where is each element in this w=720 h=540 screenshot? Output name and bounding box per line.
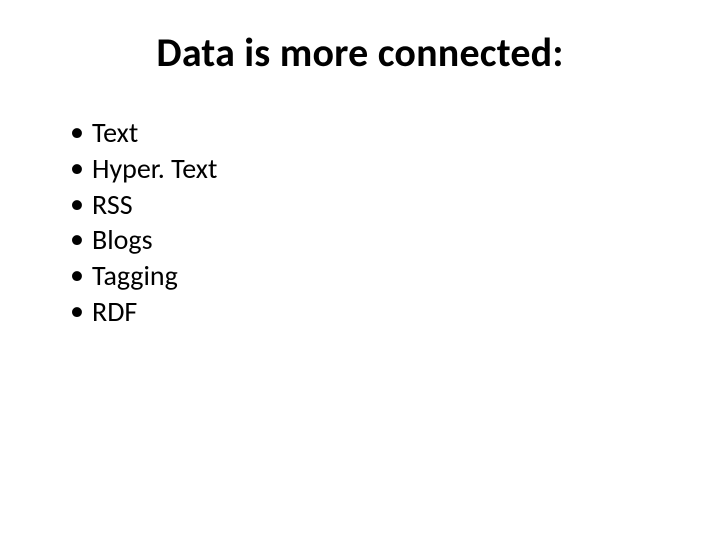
list-item: • Text xyxy=(70,115,670,151)
bullet-text: Text xyxy=(92,115,138,151)
bullet-text: Hyper. Text xyxy=(92,151,217,187)
bullet-text: Tagging xyxy=(92,258,178,294)
bullet-list: • Text • Hyper. Text • RSS • Blogs • Tag… xyxy=(50,115,670,330)
list-item: • RDF xyxy=(70,294,670,330)
bullet-icon: • xyxy=(70,221,92,257)
list-item: • Hyper. Text xyxy=(70,151,670,187)
slide: Data is more connected: • Text • Hyper. … xyxy=(0,0,720,540)
list-item: • RSS xyxy=(70,187,670,223)
bullet-text: RSS xyxy=(92,187,133,223)
bullet-icon: • xyxy=(70,150,92,186)
bullet-text: Blogs xyxy=(92,222,153,258)
bullet-icon: • xyxy=(70,114,92,150)
bullet-text: RDF xyxy=(92,294,137,330)
list-item: • Tagging xyxy=(70,258,670,294)
list-item: • Blogs xyxy=(70,222,670,258)
bullet-icon: • xyxy=(70,293,92,329)
bullet-icon: • xyxy=(70,186,92,222)
slide-title: Data is more connected: xyxy=(50,28,670,77)
bullet-icon: • xyxy=(70,257,92,293)
